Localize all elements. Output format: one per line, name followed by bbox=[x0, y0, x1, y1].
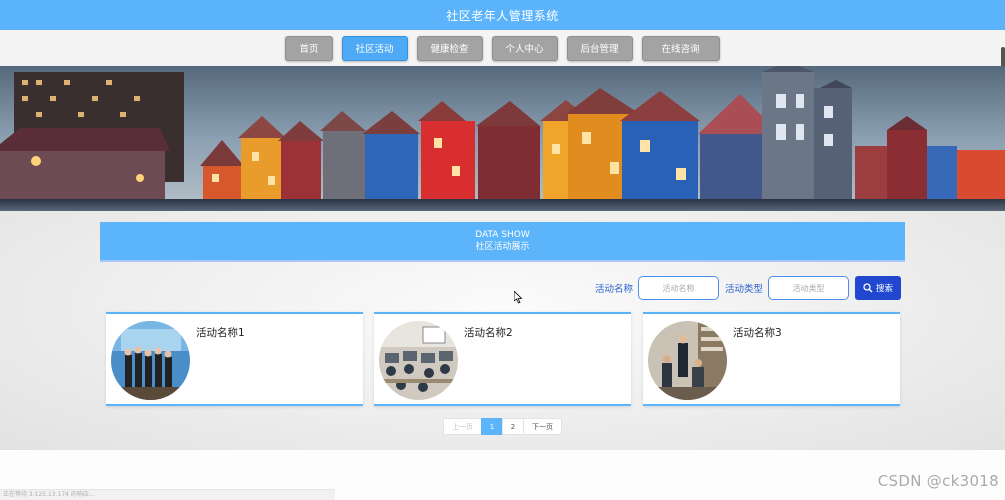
nav-online-consult-label: 在线咨询 bbox=[661, 44, 700, 55]
main-nav: 首页 社区活动 健康检查 个人中心 后台管理 在线咨询 bbox=[0, 30, 1005, 66]
search-bar: 活动名称 活动类型 搜索 bbox=[595, 276, 902, 300]
search-button[interactable]: 搜索 bbox=[855, 276, 902, 300]
activity-title: 活动名称1 bbox=[196, 327, 245, 339]
section-title-cn: 社区活动展示 bbox=[475, 242, 530, 252]
activity-photo bbox=[648, 321, 727, 400]
nav-admin[interactable]: 后台管理 bbox=[566, 35, 633, 61]
activity-title: 活动名称3 bbox=[733, 327, 782, 339]
activity-card[interactable]: 活动名称2 bbox=[374, 312, 631, 406]
activity-card[interactable]: 活动名称1 bbox=[106, 312, 363, 406]
activity-title: 活动名称2 bbox=[464, 327, 513, 339]
page-1-label: 1 bbox=[489, 422, 495, 431]
nav-personal-center[interactable]: 个人中心 bbox=[491, 35, 558, 61]
page-2-button[interactable]: 2 bbox=[502, 418, 524, 435]
prev-page-button[interactable]: 上一页 bbox=[443, 418, 482, 435]
app-header: 社区老年人管理系统 bbox=[0, 0, 1005, 30]
browser-status-bar: 正在等待 3.125.13.174 的响应… bbox=[0, 489, 335, 500]
colorful-houses-image bbox=[0, 66, 1005, 211]
nav-admin-label: 后台管理 bbox=[580, 44, 619, 55]
site-title: 社区老年人管理系统 bbox=[446, 8, 559, 23]
next-page-label: 下一页 bbox=[532, 422, 553, 431]
pagination: 上一页 1 2 下一页 bbox=[443, 418, 562, 435]
next-page-button[interactable]: 下一页 bbox=[523, 418, 562, 435]
activity-card[interactable]: 活动名称3 bbox=[643, 312, 900, 406]
prev-page-label: 上一页 bbox=[452, 422, 473, 431]
activity-type-input[interactable] bbox=[768, 276, 850, 300]
search-icon bbox=[863, 283, 873, 293]
page-2-label: 2 bbox=[510, 422, 516, 431]
nav-community-activities[interactable]: 社区活动 bbox=[341, 35, 408, 61]
section-header: DATA SHOW 社区活动展示 bbox=[100, 222, 905, 262]
nav-health-check-label: 健康检查 bbox=[430, 44, 469, 55]
nav-home[interactable]: 首页 bbox=[285, 35, 333, 61]
activity-name-label: 活动名称 bbox=[595, 284, 634, 295]
nav-personal-center-label: 个人中心 bbox=[505, 44, 544, 55]
nav-home-label: 首页 bbox=[299, 44, 319, 55]
activity-photo bbox=[111, 321, 190, 400]
watermark: CSDN @ck3018 bbox=[877, 472, 999, 490]
activity-photo bbox=[379, 321, 458, 400]
nav-online-consult[interactable]: 在线咨询 bbox=[641, 35, 720, 61]
status-text: 正在等待 3.125.13.174 的响应… bbox=[3, 491, 95, 498]
search-button-label: 搜索 bbox=[876, 284, 894, 294]
nav-community-activities-label: 社区活动 bbox=[355, 44, 394, 55]
mouse-cursor-icon bbox=[514, 291, 523, 304]
hero-banner bbox=[0, 66, 1005, 211]
page-1-button[interactable]: 1 bbox=[481, 418, 503, 435]
activity-type-label: 活动类型 bbox=[725, 284, 764, 295]
section-title-en: DATA SHOW bbox=[475, 230, 530, 240]
nav-health-check[interactable]: 健康检查 bbox=[416, 35, 483, 61]
activity-name-input[interactable] bbox=[638, 276, 720, 300]
